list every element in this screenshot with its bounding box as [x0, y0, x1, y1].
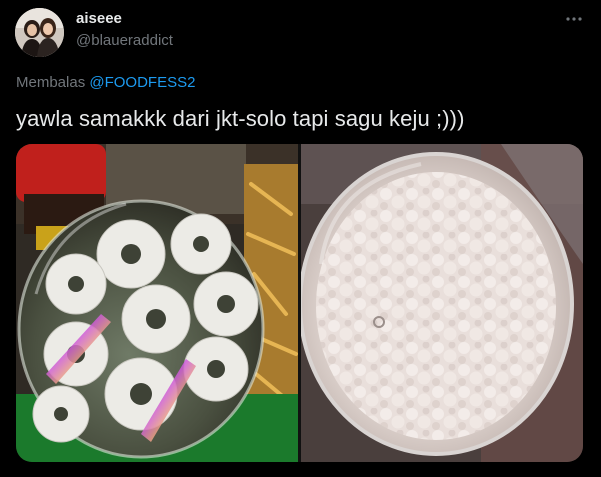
photo-left[interactable] — [16, 144, 298, 462]
media-grid — [16, 144, 583, 462]
reply-mention-link[interactable]: @FOODFESS2 — [89, 74, 195, 91]
more-horizontal-icon[interactable] — [562, 9, 586, 29]
user-handle[interactable]: @blaueraddict — [76, 32, 173, 49]
photo-right[interactable] — [301, 144, 583, 462]
display-name[interactable]: aiseee — [76, 10, 122, 27]
tweet-text: yawla samakkk dari jkt-solo tapi sagu ke… — [16, 106, 465, 131]
reply-prefix: Membalas — [16, 74, 86, 91]
reply-context: Membalas @FOODFESS2 — [16, 74, 195, 91]
avatar[interactable] — [15, 8, 64, 57]
tweet: aiseee @blaueraddict Membalas @FOODFESS2… — [0, 0, 601, 477]
